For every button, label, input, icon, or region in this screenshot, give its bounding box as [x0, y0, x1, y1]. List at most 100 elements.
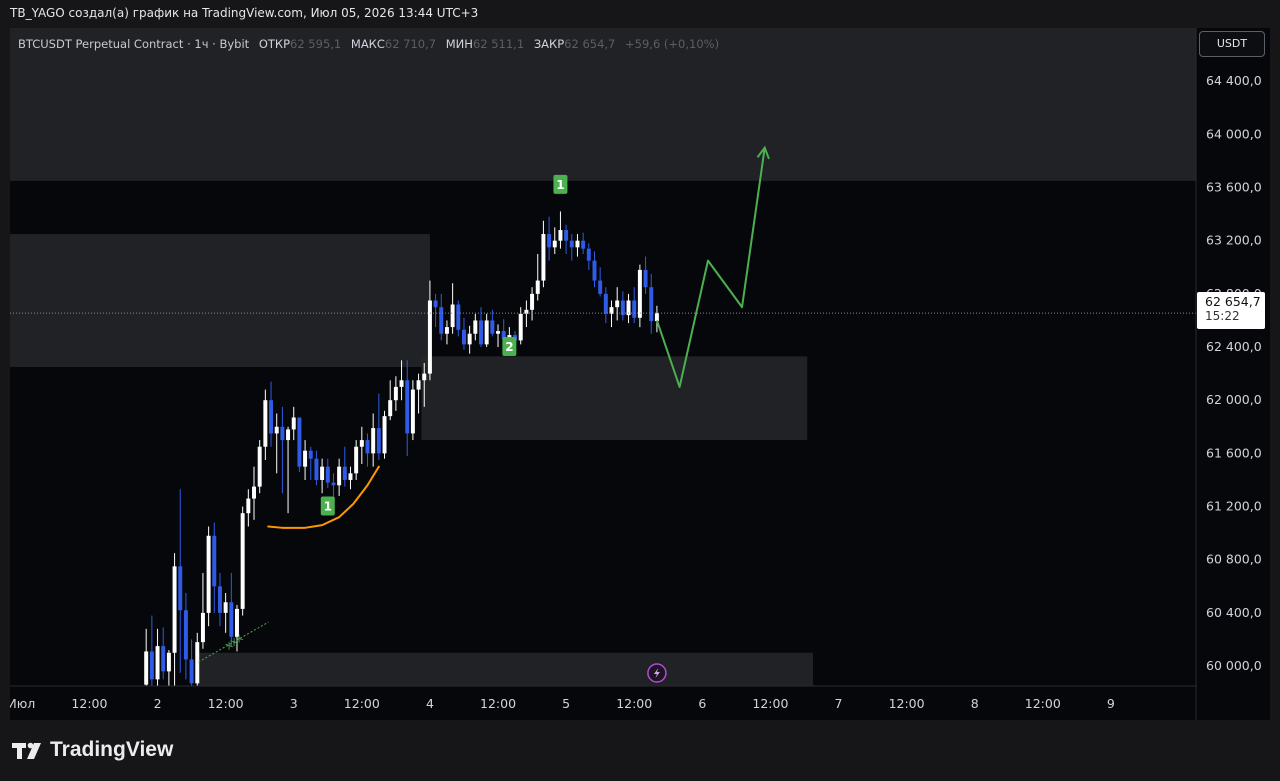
close-label: ЗАКР: [533, 37, 565, 51]
candle-body: [206, 535, 211, 613]
candle-body: [399, 380, 404, 387]
time-tick-label: 12:00: [752, 696, 788, 711]
candle-body: [456, 304, 461, 330]
price-tick-label: 62 400,0: [1206, 339, 1262, 354]
time-tick-label: 3: [290, 696, 298, 711]
tradingview-logo-icon: [12, 742, 41, 759]
time-tick-label: 12:00: [1025, 696, 1061, 711]
currency-unit-button[interactable]: USDT: [1199, 31, 1265, 57]
candle-body: [603, 293, 608, 314]
symbol-legend: BTCUSDT Perpetual Contract · 1ч · Bybit …: [18, 37, 719, 51]
price-tick-label: 64 000,0: [1206, 126, 1262, 141]
candle-body: [388, 400, 393, 417]
candle-body: [427, 300, 432, 374]
candle-body: [552, 240, 557, 248]
candle-body: [382, 416, 387, 454]
candle-body: [183, 610, 188, 660]
candle-body: [331, 482, 336, 486]
price-tick-label: 62 000,0: [1206, 392, 1262, 407]
price-tick-label: 63 200,0: [1206, 233, 1262, 248]
time-tick-label: 12:00: [889, 696, 925, 711]
candle-body: [212, 535, 217, 587]
candle-body: [450, 304, 455, 328]
candle-body: [240, 513, 245, 609]
time-tick-label: 12:00: [344, 696, 380, 711]
high-value: 62 710,7: [384, 37, 437, 51]
candle-body: [569, 240, 574, 248]
time-tick-label: 9: [1107, 696, 1115, 711]
candle-body: [484, 320, 489, 345]
candlestick-chart[interactable]: XXX121 64 400,064 000,063 600,063 200,06…: [10, 28, 1270, 720]
candle-body: [637, 269, 642, 318]
candle-body: [178, 566, 183, 611]
candle-body: [223, 602, 228, 613]
candle-body: [490, 320, 495, 334]
time-tick-label: 12:00: [480, 696, 516, 711]
separator-dot: ·: [187, 37, 191, 51]
candle-body: [286, 429, 291, 441]
price-tick-label: 61 600,0: [1206, 445, 1262, 460]
candle-body: [342, 466, 347, 480]
wave-marker-label: 1: [556, 178, 564, 192]
candle-body: [280, 426, 285, 441]
candle-body: [252, 486, 256, 499]
brand-name: TradingView: [50, 738, 174, 761]
candle-body: [461, 329, 466, 345]
change-value: +59,6 (+0,10%): [625, 37, 720, 51]
close-value: 62 654,7: [564, 37, 616, 51]
candle-body: [274, 426, 279, 434]
chart-attribution: TB_YAGO создал(а) график на TradingView.…: [10, 6, 479, 20]
candle-body: [467, 333, 472, 345]
candle-body: [325, 466, 330, 483]
candle-body: [422, 373, 427, 381]
candle-body: [416, 380, 421, 390]
price-tick-label: 60 000,0: [1206, 658, 1262, 673]
candle-body: [473, 320, 478, 334]
candle-body: [541, 234, 546, 281]
symbol-exchange: Bybit: [219, 37, 250, 51]
brand-logo[interactable]: TradingView: [12, 738, 173, 762]
candle-body: [643, 269, 648, 288]
time-tick-label: 8: [971, 696, 979, 711]
candle-body: [496, 331, 501, 334]
bar-countdown: 15:22: [1205, 309, 1240, 323]
time-tick-label: 4: [426, 696, 434, 711]
candle-body: [518, 313, 523, 341]
candle-body: [581, 240, 586, 249]
candle-body: [172, 566, 177, 653]
candle-body: [166, 652, 171, 672]
candle-body: [263, 400, 268, 447]
candle-body: [479, 320, 483, 345]
candle-body: [615, 300, 620, 308]
wave-marker-label: 2: [505, 340, 513, 354]
candle-body: [314, 458, 319, 480]
price-tick-label: 61 200,0: [1206, 499, 1262, 514]
symbol-name: BTCUSDT Perpetual Contract: [18, 37, 184, 51]
candle-body: [257, 446, 262, 487]
candle-body: [547, 234, 552, 248]
time-tick-label: 12:00: [71, 696, 107, 711]
time-tick-label: 5: [562, 696, 570, 711]
candle-body: [217, 586, 222, 613]
candle-body: [189, 659, 194, 684]
candle-body: [348, 473, 353, 480]
time-tick-label: 12:00: [616, 696, 652, 711]
time-tick-label: Июл: [10, 696, 35, 711]
price-tick-label: 64 400,0: [1206, 73, 1262, 88]
candle-body: [592, 260, 597, 281]
low-value: 62 511,1: [472, 37, 525, 51]
candle-body: [632, 300, 637, 318]
candle-body: [371, 428, 376, 454]
candle-body: [433, 300, 438, 308]
price-tick-label: 60 800,0: [1206, 552, 1262, 567]
high-label: МАКС: [350, 37, 385, 51]
candle-body: [359, 440, 364, 447]
candle-body: [269, 400, 274, 434]
chart-area[interactable]: XXX 1 2 1 64 400,0 64 000,0 63 600,0 63 200,0 6…: [10, 28, 1270, 720]
candle-body: [200, 612, 205, 643]
candle-body: [598, 280, 603, 294]
candle-body: [439, 307, 444, 334]
low-label: МИН: [445, 37, 473, 51]
candle-body: [308, 450, 313, 459]
candle-body: [376, 428, 381, 454]
